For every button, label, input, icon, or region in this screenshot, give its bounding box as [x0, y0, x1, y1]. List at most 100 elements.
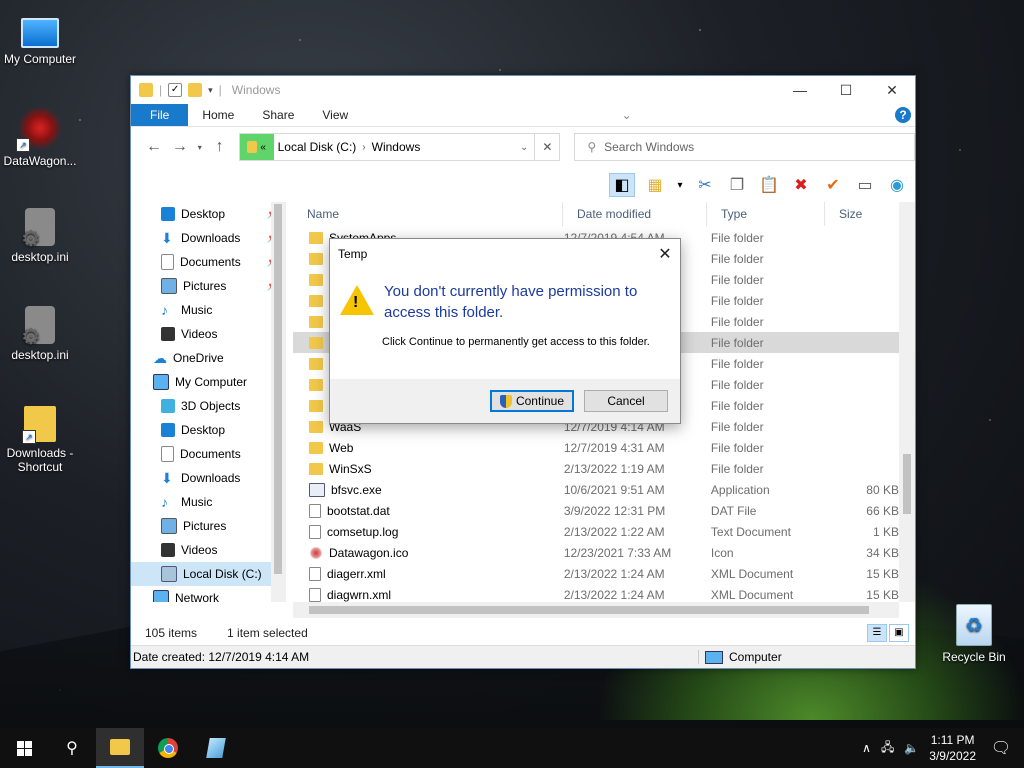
column-header-date[interactable]: Date modified	[563, 202, 707, 226]
address-bar[interactable]: « Local Disk (C:) › Windows ⌄	[238, 133, 536, 161]
customize-dropdown-icon[interactable]: ▾	[208, 85, 213, 96]
address-bar-highlight[interactable]: «	[239, 134, 274, 160]
chevron-right-icon[interactable]: ›	[362, 142, 365, 153]
title-bar: | ✓ ▾ | Windows — ☐ ✕	[131, 76, 915, 104]
desktop-icon-downloads-shortcut[interactable]: ↗ Downloads - Shortcut	[0, 406, 80, 474]
tab-share[interactable]: Share	[248, 104, 308, 126]
scrollbar-thumb[interactable]	[903, 454, 911, 514]
start-button[interactable]	[0, 728, 48, 768]
globe-icon[interactable]: ◉	[885, 174, 909, 196]
desktop-icon-my-computer[interactable]: My Computer	[0, 10, 80, 66]
horizontal-scrollbar[interactable]	[293, 602, 899, 618]
sidebar-item[interactable]: Pictures	[131, 514, 285, 538]
file-name: comsetup.log	[327, 524, 399, 539]
up-arrow-icon[interactable]: ↑	[207, 138, 233, 156]
delete-icon[interactable]: ✖	[789, 174, 813, 196]
tab-file[interactable]: File	[131, 104, 189, 126]
properties-icon[interactable]: ✓	[168, 83, 183, 97]
taskbar-chrome[interactable]	[144, 728, 192, 768]
details-view-icon[interactable]: ☰	[867, 624, 887, 642]
network-icon[interactable]: 🖧	[881, 738, 894, 759]
table-row[interactable]: Datawagon.ico 12/23/2021 7:33 AM Icon 34 KB	[293, 542, 899, 563]
folder-icon	[309, 273, 323, 286]
cut-icon[interactable]: ✂	[693, 174, 717, 196]
close-button[interactable]: ✕	[869, 76, 915, 104]
clear-address-icon[interactable]: ✕	[535, 133, 561, 161]
scrollbar-thumb[interactable]	[274, 204, 282, 574]
paste-icon[interactable]: 📋	[757, 174, 781, 196]
sidebar-item[interactable]: Pictures📌	[131, 274, 285, 298]
column-header-name[interactable]: Name	[293, 202, 563, 226]
file-date: 12/7/2019 4:31 AM	[563, 440, 665, 455]
help-icon[interactable]: ?	[895, 107, 911, 123]
rename-icon[interactable]: ▭	[853, 174, 877, 196]
clock[interactable]: 1:11 PM 3/9/2022	[929, 732, 976, 764]
check-icon[interactable]: ✔	[821, 174, 845, 196]
new-folder-icon[interactable]	[188, 83, 203, 97]
minimize-button[interactable]: —	[777, 76, 823, 104]
table-row[interactable]: comsetup.log 2/13/2022 1:22 AM Text Docume…	[293, 521, 899, 542]
table-row[interactable]: Web 12/7/2019 4:31 AM File folder	[293, 437, 899, 458]
volume-icon[interactable]: 🔈	[904, 741, 919, 755]
file-date: 12/23/2021 7:33 AM	[563, 545, 672, 560]
sidebar-item[interactable]: Videos	[131, 322, 285, 346]
chevron-up-icon[interactable]: ∧	[862, 741, 871, 755]
large-icons-view-icon[interactable]: ▣	[889, 624, 909, 642]
preview-pane-icon[interactable]: ◧	[609, 173, 635, 197]
search-icon[interactable]: ⚲	[48, 728, 96, 768]
sidebar-item[interactable]: Documents📌	[131, 250, 285, 274]
tab-view[interactable]: View	[308, 104, 362, 126]
sidebar-item[interactable]: ⬇ Downloads	[131, 466, 285, 490]
copy-icon[interactable]: ❐	[725, 174, 749, 196]
sidebar-item[interactable]: Videos	[131, 538, 285, 562]
sidebar-item[interactable]: ♪ Music	[131, 298, 285, 322]
file-icon	[309, 503, 321, 518]
tab-home[interactable]: Home	[188, 104, 248, 126]
sidebar-item[interactable]: 3D Objects	[131, 394, 285, 418]
file-type: File folder	[710, 314, 764, 329]
desktop-icon-recycle-bin[interactable]: Recycle Bin	[934, 604, 1014, 664]
sidebar-item[interactable]: Desktop	[131, 418, 285, 442]
overflow-chevron: «	[260, 141, 266, 153]
chevron-down-icon[interactable]: ▾	[675, 174, 685, 196]
desktop-icon-desktop-ini-2[interactable]: desktop.ini	[0, 306, 80, 362]
nav-scrollbar[interactable]	[271, 202, 285, 602]
sidebar-item[interactable]: Local Disk (C:)	[131, 562, 285, 586]
sidebar-item[interactable]: ⬇Downloads📌	[131, 226, 285, 250]
table-row[interactable]: WinSxS 2/13/2022 1:19 AM File folder	[293, 458, 899, 479]
file-icon	[309, 566, 321, 581]
file-type: DAT File	[710, 503, 757, 518]
new-folder-icon[interactable]: ▦	[643, 174, 667, 196]
sidebar-item[interactable]: Desktop📌	[131, 202, 285, 226]
taskbar-file-explorer[interactable]	[96, 728, 144, 768]
back-arrow-icon[interactable]: ←	[141, 138, 167, 156]
notifications-icon[interactable]: 🗨	[986, 738, 1016, 758]
sidebar-item[interactable]: ♪ Music	[131, 490, 285, 514]
cancel-button[interactable]: Cancel	[584, 390, 668, 412]
search-input[interactable]: ⚲ Search Windows	[574, 133, 915, 161]
scrollbar-thumb[interactable]	[309, 606, 869, 614]
sidebar-item[interactable]: ☁ OneDrive	[131, 346, 285, 370]
desktop-icon-datawagon[interactable]: ↗ DataWagon...	[0, 106, 80, 168]
sidebar-item[interactable]: My Computer	[131, 370, 285, 394]
table-row[interactable]: diagwrn.xml 2/13/2022 1:24 AM XML Document…	[293, 584, 899, 602]
maximize-button[interactable]: ☐	[823, 76, 869, 104]
taskbar-app[interactable]	[192, 728, 240, 768]
close-icon[interactable]: ✕	[650, 244, 680, 264]
table-row[interactable]: bootstat.dat 3/9/2022 12:31 PM DAT File 66 …	[293, 500, 899, 521]
table-row[interactable]: diagerr.xml 2/13/2022 1:24 AM XML Document…	[293, 563, 899, 584]
file-list-scrollbar[interactable]	[899, 202, 915, 602]
chevron-down-icon[interactable]: ⌄	[520, 142, 528, 153]
breadcrumb-local-disk[interactable]: Local Disk (C:)	[278, 140, 357, 154]
breadcrumb-windows[interactable]: Windows	[372, 140, 421, 154]
sidebar-item[interactable]: Documents	[131, 442, 285, 466]
continue-button[interactable]: Continue	[490, 390, 574, 412]
column-header-size[interactable]: Size	[825, 202, 899, 226]
sidebar-item[interactable]: Network	[131, 586, 285, 602]
expand-ribbon-icon[interactable]: ⌄	[619, 107, 635, 123]
forward-arrow-icon[interactable]: →	[167, 138, 193, 156]
desktop-icon-desktop-ini-1[interactable]: desktop.ini	[0, 208, 80, 264]
table-row[interactable]: bfsvc.exe 10/6/2021 9:51 AM Application 80 …	[293, 479, 899, 500]
column-header-type[interactable]: Type	[707, 202, 825, 226]
recent-locations-icon[interactable]: ▾	[193, 143, 207, 152]
